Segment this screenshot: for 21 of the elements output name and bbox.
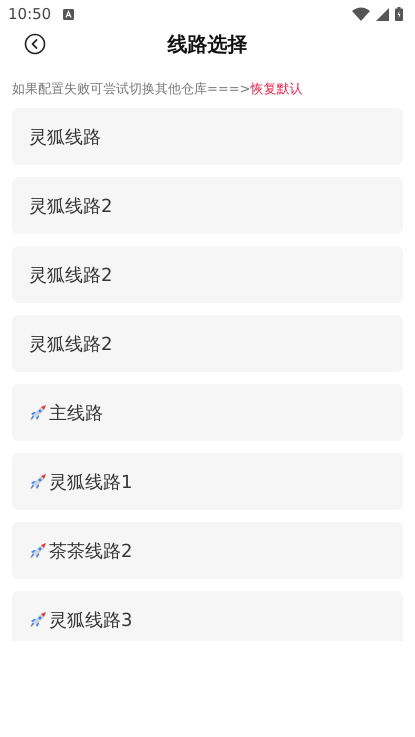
- route-item[interactable]: 灵狐线路1: [12, 453, 403, 510]
- keyboard-notification-icon: [63, 8, 74, 20]
- route-item[interactable]: 灵狐线路: [12, 108, 403, 165]
- route-item[interactable]: 灵狐线路3: [12, 591, 403, 641]
- restore-default-link[interactable]: 恢复默认: [250, 82, 303, 97]
- route-item[interactable]: 主线路: [12, 384, 403, 441]
- hint-text: 如果配置失败可尝试切换其他仓库===>: [12, 82, 251, 97]
- route-item[interactable]: 灵狐线路2: [12, 246, 403, 303]
- battery-icon: [395, 7, 403, 21]
- back-icon[interactable]: [24, 33, 46, 55]
- route-item[interactable]: 茶茶线路2: [12, 522, 403, 579]
- rocket-icon: [29, 472, 47, 490]
- signal-icon: [376, 8, 389, 20]
- page-title: 线路选择: [168, 30, 248, 58]
- rocket-icon: [29, 610, 47, 628]
- status-time: 10:50: [8, 5, 52, 23]
- route-item[interactable]: 灵狐线路2: [12, 315, 403, 372]
- route-item[interactable]: 灵狐线路2: [12, 177, 403, 234]
- wifi-icon: [352, 7, 370, 21]
- rocket-icon: [29, 404, 47, 422]
- rocket-icon: [29, 542, 47, 560]
